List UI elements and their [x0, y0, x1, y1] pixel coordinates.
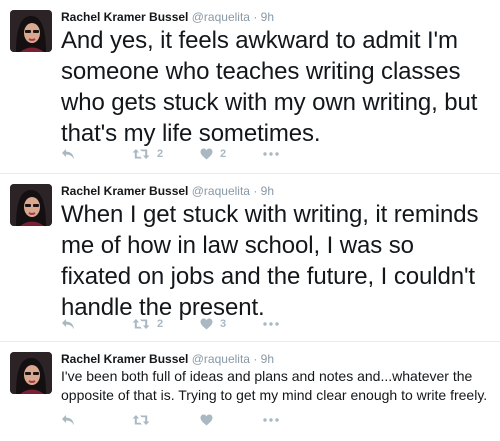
reply-icon — [62, 149, 74, 159]
author-handle[interactable]: @raquelita — [192, 10, 250, 24]
separator: · — [253, 184, 258, 198]
tweet-header: Rachel Kramer Bussel @raquelita · 9h — [61, 9, 274, 25]
more-button[interactable] — [263, 316, 279, 332]
tweet-header: Rachel Kramer Bussel @raquelita · 9h — [61, 183, 274, 199]
retweet-count: 2 — [157, 148, 164, 160]
more-button[interactable] — [263, 146, 279, 162]
more-dots-icon — [263, 418, 279, 422]
reply-button[interactable] — [61, 412, 75, 428]
like-count: 3 — [220, 318, 227, 330]
more-button[interactable] — [263, 412, 279, 428]
retweet-button[interactable]: 2 — [132, 316, 163, 332]
timestamp[interactable]: 9h — [261, 352, 274, 366]
author-name[interactable]: Rachel Kramer Bussel — [61, 352, 188, 366]
separator: · — [253, 10, 258, 24]
tweet-text: And yes, it feels awkward to admit I'm s… — [61, 27, 478, 147]
separator: · — [253, 352, 258, 366]
retweet-button[interactable] — [132, 412, 157, 428]
author-handle[interactable]: @raquelita — [192, 352, 250, 366]
tweet-text: I've been both full of ideas and plans a… — [61, 368, 488, 403]
more-dots-icon — [263, 152, 279, 156]
reply-icon — [62, 319, 74, 329]
retweet-icon — [132, 319, 150, 329]
timestamp[interactable]: 9h — [261, 10, 274, 24]
author-handle[interactable]: @raquelita — [192, 184, 250, 198]
tweet[interactable]: Rachel Kramer Bussel @raquelita · 9h I'v… — [0, 342, 500, 441]
author-name[interactable]: Rachel Kramer Bussel — [61, 184, 188, 198]
heart-icon — [200, 318, 213, 330]
tweet[interactable]: Rachel Kramer Bussel @raquelita · 9h Whe… — [0, 174, 500, 342]
like-button[interactable] — [200, 412, 220, 428]
reply-icon — [62, 415, 74, 425]
tweet[interactable]: Rachel Kramer Bussel @raquelita · 9h And… — [0, 0, 500, 174]
retweet-count: 2 — [157, 318, 164, 330]
avatar[interactable] — [10, 184, 52, 226]
tweet-header: Rachel Kramer Bussel @raquelita · 9h — [61, 351, 274, 367]
timestamp[interactable]: 9h — [261, 184, 274, 198]
like-count: 2 — [220, 148, 227, 160]
timeline: Rachel Kramer Bussel @raquelita · 9h And… — [0, 0, 500, 441]
author-name[interactable]: Rachel Kramer Bussel — [61, 10, 188, 24]
tweet-text: When I get stuck with writing, it remind… — [61, 201, 479, 321]
avatar[interactable] — [10, 10, 52, 52]
more-dots-icon — [263, 322, 279, 326]
reply-button[interactable] — [61, 316, 75, 332]
like-button[interactable]: 3 — [200, 316, 226, 332]
heart-icon — [200, 414, 213, 426]
heart-icon — [200, 148, 213, 160]
avatar[interactable] — [10, 352, 52, 394]
retweet-button[interactable]: 2 — [132, 146, 163, 162]
retweet-icon — [132, 149, 150, 159]
retweet-icon — [132, 415, 150, 425]
like-button[interactable]: 2 — [200, 146, 226, 162]
reply-button[interactable] — [61, 146, 75, 162]
